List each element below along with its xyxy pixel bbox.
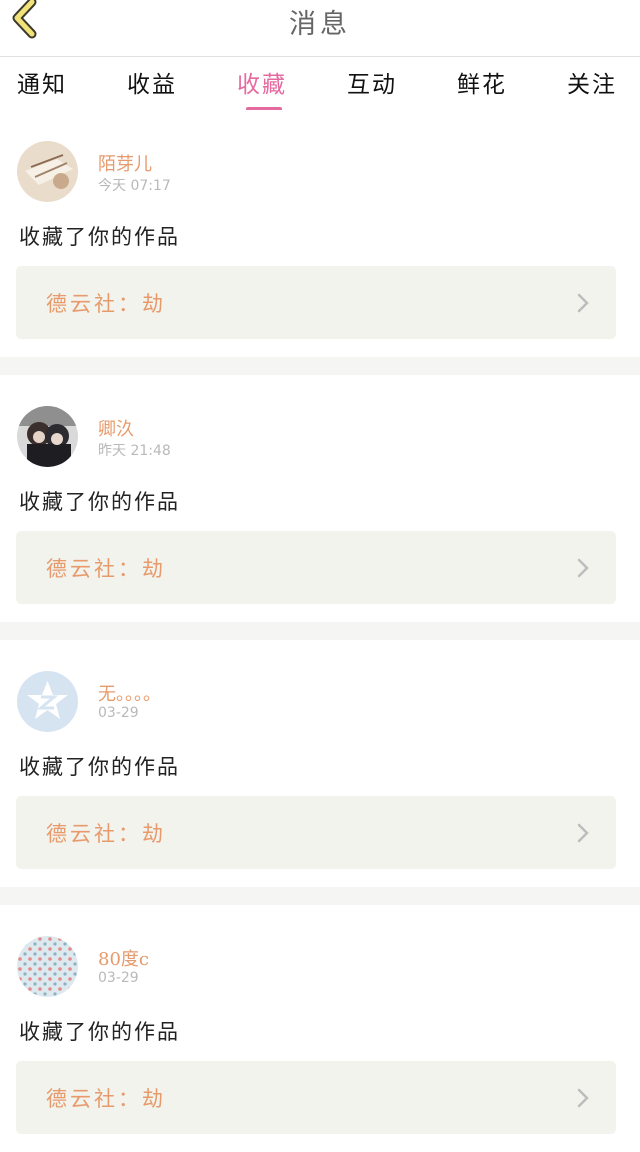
user-name[interactable]: 陌芽儿	[98, 150, 152, 176]
list-item: 陌芽儿 今天 07:17 收藏了你的作品 德云社：劫	[0, 110, 640, 357]
work-card[interactable]: 德云社：劫	[16, 266, 616, 339]
separator	[0, 622, 640, 640]
work-card[interactable]: 德云社：劫	[16, 531, 616, 604]
action-text: 收藏了你的作品	[19, 1020, 180, 1044]
list-item: 无。。。。 03-29 收藏了你的作品 德云社：劫	[0, 640, 640, 887]
message-list: 陌芽儿 今天 07:17 收藏了你的作品 德云社：劫 卿汣 昨天 21:48 收…	[0, 110, 640, 1152]
user-name[interactable]: 无。。。。	[98, 680, 161, 706]
timestamp: 03-29	[98, 970, 139, 986]
tab-notice[interactable]: 通知	[2, 65, 82, 99]
tab-follow[interactable]: 关注	[552, 65, 632, 99]
page-title: 消息	[289, 9, 351, 40]
avatar[interactable]	[17, 406, 78, 467]
avatar[interactable]	[17, 671, 78, 732]
tab-label: 收藏	[237, 72, 287, 98]
chevron-right-icon	[577, 823, 589, 843]
tab-bar: 通知 收益 收藏 互动 鲜花 关注	[0, 57, 640, 111]
tab-label: 收益	[127, 72, 177, 98]
tab-interaction[interactable]: 互动	[332, 65, 412, 99]
work-card[interactable]: 德云社：劫	[16, 796, 616, 869]
tab-label: 鲜花	[457, 72, 507, 98]
timestamp: 今天 07:17	[98, 178, 171, 194]
timestamp: 昨天 21:48	[98, 443, 171, 459]
list-item: 卿汣 昨天 21:48 收藏了你的作品 德云社：劫	[0, 375, 640, 622]
user-name[interactable]: 卿汣	[98, 415, 134, 441]
top-bar: 消息	[0, 0, 640, 57]
avatar[interactable]	[17, 141, 78, 202]
chevron-right-icon	[577, 558, 589, 578]
timestamp: 03-29	[98, 705, 139, 721]
chevron-right-icon	[577, 293, 589, 313]
work-card[interactable]: 德云社：劫	[16, 1061, 616, 1134]
chevron-right-icon	[577, 1088, 589, 1108]
tab-label: 通知	[17, 72, 67, 98]
user-name[interactable]: 80度c	[98, 945, 149, 971]
tab-label: 关注	[567, 72, 617, 98]
work-title: 德云社：劫	[46, 292, 166, 316]
action-text: 收藏了你的作品	[19, 755, 180, 779]
tab-label: 互动	[347, 72, 397, 98]
tab-income[interactable]: 收益	[112, 65, 192, 99]
action-text: 收藏了你的作品	[19, 225, 180, 249]
tab-favorites[interactable]: 收藏	[222, 65, 302, 111]
work-title: 德云社：劫	[46, 557, 166, 581]
action-text: 收藏了你的作品	[19, 490, 180, 514]
tab-flowers[interactable]: 鲜花	[442, 65, 522, 99]
work-title: 德云社：劫	[46, 1087, 166, 1111]
work-title: 德云社：劫	[46, 822, 166, 846]
avatar[interactable]	[17, 936, 78, 997]
list-item: 80度c 03-29 收藏了你的作品 德云社：劫	[0, 905, 640, 1152]
separator	[0, 357, 640, 375]
separator	[0, 887, 640, 905]
